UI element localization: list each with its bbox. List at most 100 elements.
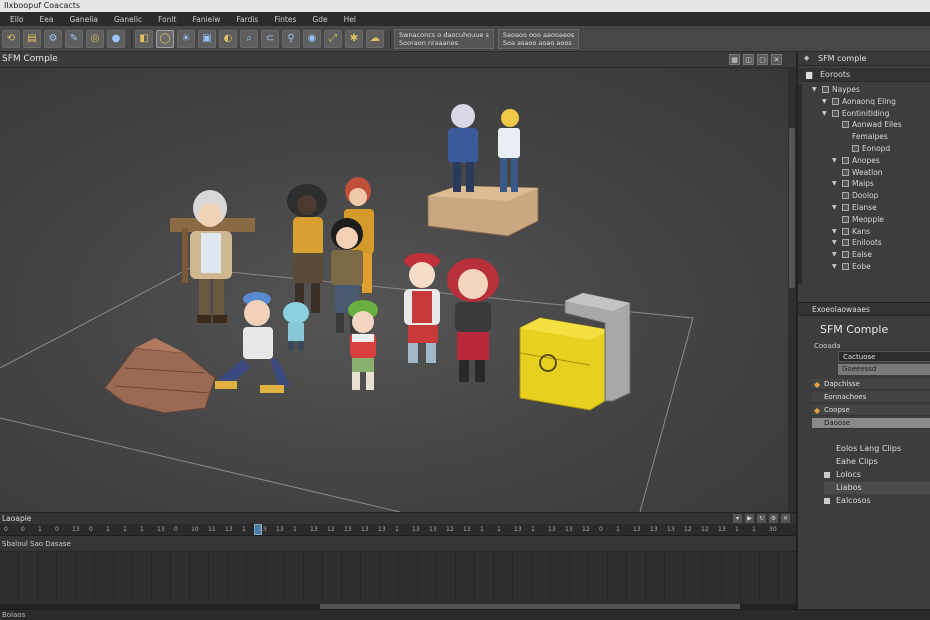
ruler-tick-label: 13 bbox=[463, 526, 471, 533]
render-tool-icon[interactable]: ◧ bbox=[135, 29, 153, 48]
clip-row[interactable]: Eolos Lang Clips bbox=[824, 443, 930, 455]
chevron-down-icon[interactable]: ▼ bbox=[832, 251, 837, 258]
clip-row[interactable]: Ealcosos bbox=[824, 495, 930, 507]
outliner-row[interactable]: Aonwad Eiles bbox=[798, 119, 930, 131]
outliner-row[interactable]: ▼ Naypes bbox=[798, 84, 930, 96]
menu-item[interactable]: Fonlt bbox=[150, 15, 184, 24]
rotate-tool-icon[interactable]: ⟲ bbox=[2, 29, 20, 48]
toolbar-text-block[interactable]: Saoaoo ooo aaooaeos Soa asaoo aoao aoos bbox=[497, 28, 580, 49]
property-field[interactable]: Cactuose bbox=[838, 351, 930, 362]
menu-item[interactable]: Ganelia bbox=[61, 15, 106, 24]
menu-item[interactable]: Fardis bbox=[228, 15, 266, 24]
ruler-tick-label: 13 bbox=[565, 526, 573, 533]
property-item[interactable]: ◆ Dapchlsse bbox=[812, 379, 930, 390]
outliner-row[interactable]: ▼ Anopes bbox=[798, 155, 930, 167]
cloud-icon[interactable]: ☁ bbox=[366, 29, 384, 48]
outliner-row[interactable]: ▼ Eobe bbox=[798, 261, 930, 273]
close-icon[interactable]: ✕ bbox=[771, 54, 782, 65]
menu-item[interactable]: Hel bbox=[336, 15, 364, 24]
play-icon[interactable]: ▶ bbox=[745, 514, 754, 523]
outliner-row-label: Anopes bbox=[852, 155, 880, 165]
chevron-down-icon[interactable]: ▼ bbox=[832, 228, 837, 235]
outliner-row[interactable]: ▼ Elanse bbox=[798, 202, 930, 214]
checkbox-icon[interactable] bbox=[824, 498, 830, 504]
select-tool-icon[interactable]: ◯ bbox=[156, 29, 174, 48]
ruler-tick-label: 1 bbox=[38, 526, 42, 533]
outliner-row[interactable]: Eonopd bbox=[798, 143, 930, 155]
ruler-tick-label: 13 bbox=[157, 526, 165, 533]
property-field[interactable]: Goeeessd bbox=[838, 364, 930, 375]
timeline-ruler[interactable]: 0 0 1 0 13 0 1 1 1 13 0 10 11 13 1 13 13 1 13 12 13 13 13 1 13 13… bbox=[0, 524, 796, 536]
outliner-row[interactable]: Femaipes bbox=[798, 131, 930, 143]
scale-tool-icon[interactable]: ⤢ bbox=[324, 29, 342, 48]
outliner-row[interactable]: Weatlon bbox=[798, 167, 930, 179]
chevron-down-icon[interactable]: ▼ bbox=[832, 263, 837, 270]
ruler-tick-label: 13 bbox=[344, 526, 352, 533]
menu-item[interactable]: Fanieiw bbox=[185, 15, 229, 24]
outliner-row[interactable]: ▼ Eniloots bbox=[798, 237, 930, 249]
chevron-down-icon[interactable]: ▼ bbox=[822, 98, 827, 105]
property-item-label: Daoose bbox=[824, 419, 851, 427]
outliner-root-row[interactable]: ▆ Eoroots bbox=[798, 68, 930, 82]
outliner-row[interactable]: ▼ Eontinitlding bbox=[798, 108, 930, 120]
loop-icon[interactable]: ↻ bbox=[757, 514, 766, 523]
palette-tool-icon[interactable]: ◐ bbox=[219, 29, 237, 48]
properties-title: SFM Comple bbox=[820, 323, 889, 336]
menu-item[interactable]: Eilo bbox=[2, 15, 32, 24]
property-item[interactable]: ◆ Coopse bbox=[812, 405, 930, 416]
chevron-down-icon[interactable]: ▼ bbox=[832, 204, 837, 211]
settings-icon[interactable]: ⚙ bbox=[769, 514, 778, 523]
outliner-row[interactable]: Doolop bbox=[798, 190, 930, 202]
outliner-row[interactable]: ▼ Kans bbox=[798, 226, 930, 238]
chevron-down-icon[interactable]: ▼ bbox=[832, 239, 837, 246]
outliner-row[interactable]: Meopple bbox=[798, 214, 930, 226]
chevron-down-icon[interactable]: ▼ bbox=[822, 110, 827, 117]
target-tool-icon[interactable]: ◎ bbox=[86, 29, 104, 48]
outliner-row[interactable]: ▼ Aonaonq Eling bbox=[798, 96, 930, 108]
light-tool-icon[interactable]: ☀ bbox=[177, 29, 195, 48]
menu-item[interactable]: Gde bbox=[304, 15, 335, 24]
toolbar-text-block[interactable]: Swnaconcs o daocuhouue s Sooraon nraaane… bbox=[394, 28, 494, 49]
collapse-icon[interactable]: ◆ bbox=[804, 54, 809, 62]
magnet-tool-icon[interactable]: ⊂ bbox=[261, 29, 279, 48]
viewport-scrollbar[interactable] bbox=[788, 68, 796, 512]
node-icon bbox=[842, 192, 849, 200]
record-icon[interactable]: ● bbox=[107, 29, 125, 48]
clip-row[interactable]: Lolocs bbox=[824, 469, 930, 481]
clip-label: Liabos bbox=[836, 483, 862, 492]
clip-row[interactable]: Eahe Clips bbox=[824, 456, 930, 468]
outliner-row[interactable]: ▼ Maips bbox=[798, 178, 930, 190]
chevron-down-icon[interactable]: ▼ bbox=[832, 157, 837, 164]
property-item[interactable]: Eonnachoes bbox=[812, 392, 930, 403]
3d-viewport[interactable] bbox=[0, 68, 796, 512]
menu-item[interactable]: Eea bbox=[32, 15, 62, 24]
figure-red-hood bbox=[447, 258, 499, 382]
close-icon[interactable]: ✕ bbox=[781, 514, 790, 523]
brush-tool-icon[interactable]: ✎ bbox=[65, 29, 83, 48]
gear-icon[interactable]: ✱ bbox=[345, 29, 363, 48]
camera-tool-icon[interactable]: ◉ bbox=[303, 29, 321, 48]
timeline-tracks[interactable] bbox=[0, 552, 796, 604]
image-tool-icon[interactable]: ▣ bbox=[198, 29, 216, 48]
chevron-down-icon[interactable]: ▼ bbox=[832, 180, 837, 187]
property-item[interactable]: Daoose bbox=[812, 418, 930, 429]
node-icon bbox=[842, 215, 849, 223]
menu-item[interactable]: Fintes bbox=[266, 15, 304, 24]
chevron-down-icon[interactable]: ▼ bbox=[812, 86, 817, 93]
split-view-icon[interactable]: ◫ bbox=[743, 54, 754, 65]
outliner-header: ◆ SFM comple bbox=[798, 52, 930, 66]
maximize-icon[interactable]: ▢ bbox=[757, 54, 768, 65]
property-item-label: Dapchlsse bbox=[824, 380, 860, 388]
chevron-down-icon[interactable]: ▾ bbox=[733, 514, 742, 523]
checkbox-icon[interactable] bbox=[824, 472, 830, 478]
toolbar-separator bbox=[131, 29, 132, 48]
settings-tool-icon[interactable]: ⚙ bbox=[44, 29, 62, 48]
outliner-row[interactable]: ▼ Ealse bbox=[798, 249, 930, 261]
menu-item[interactable]: Ganelic bbox=[106, 15, 150, 24]
document-icon[interactable]: ▤ bbox=[23, 29, 41, 48]
search-tool-icon[interactable]: ⌕ bbox=[240, 29, 258, 48]
bone-tool-icon[interactable]: ⚲ bbox=[282, 29, 300, 48]
outliner-row-label: Maips bbox=[852, 179, 874, 189]
clip-row[interactable]: Liabos bbox=[824, 482, 930, 494]
grid-icon[interactable]: ▦ bbox=[729, 54, 740, 65]
